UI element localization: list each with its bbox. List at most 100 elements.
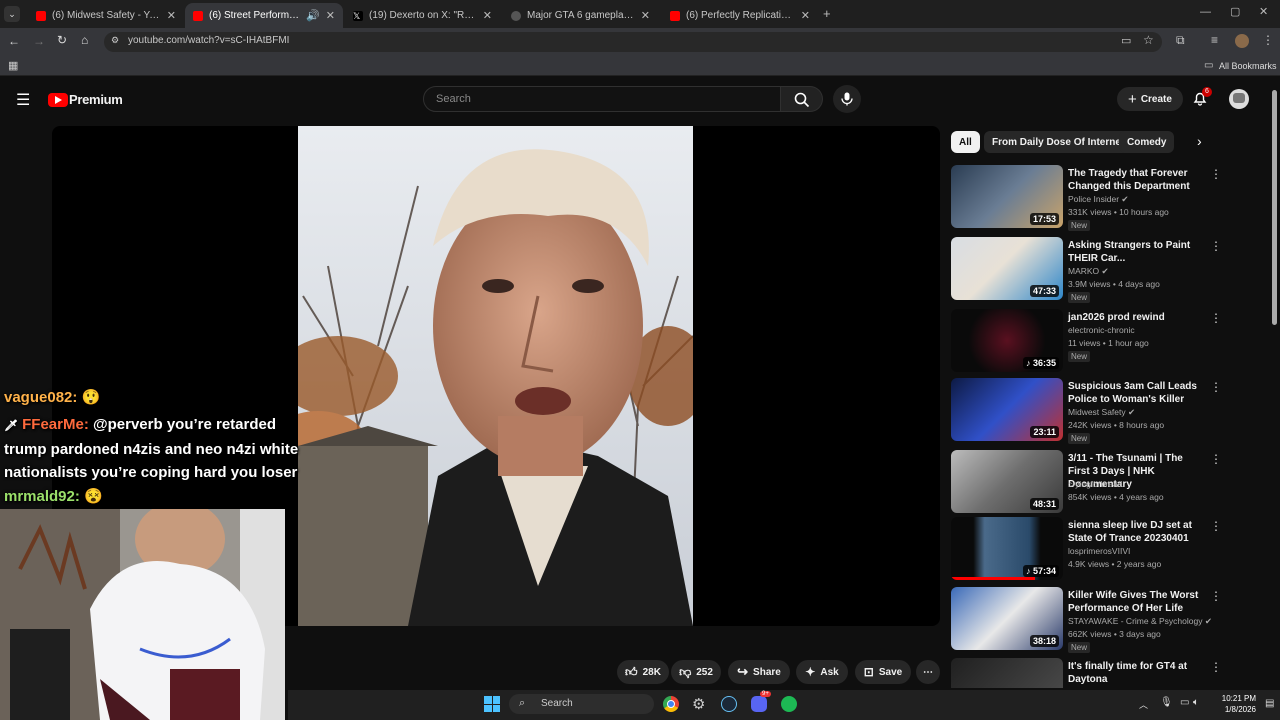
recommendation-item[interactable]: 38:18 Killer Wife Gives The Worst Perfor… (950, 587, 1270, 653)
video-title[interactable]: sienna sleep live DJ set at State Of Tra… (1068, 519, 1206, 545)
notifications-button[interactable]: 6 (1192, 87, 1212, 108)
video-thumbnail[interactable]: 47:33 (951, 237, 1063, 300)
chrome-app-icon[interactable] (663, 696, 679, 712)
browser-tab[interactable]: 𝕏 (19) Dexerto on X: "Rockstar ha ✕ (345, 3, 500, 28)
video-title[interactable]: Asking Strangers to Paint THEIR Car... (1068, 239, 1206, 265)
channel-name[interactable]: Police Insider ✔︎ (1068, 194, 1129, 205)
channel-name[interactable]: STAYAWAKE - Crime & Psychology ✔︎ (1068, 616, 1212, 627)
forward-icon[interactable]: → (33, 34, 45, 48)
channel-name[interactable]: losprimerosVIIVI (1068, 546, 1130, 556)
channel-name[interactable]: MARKO ✔︎ (1068, 266, 1109, 277)
tray-speaker-icon[interactable]: 🔈︎ (1193, 697, 1199, 708)
tray-mic-icon[interactable]: 🎙︎ (1160, 697, 1173, 708)
recommendation-item[interactable]: ♪ 36:35 jan2026 prod rewind electronic-c… (950, 309, 1270, 375)
close-tab-icon[interactable]: ✕ (641, 9, 650, 22)
close-window-icon[interactable]: ✕ (1259, 5, 1268, 18)
video-title[interactable]: It's finally time for GT4 at Daytona (1068, 660, 1206, 686)
minimize-icon[interactable]: — (1200, 6, 1211, 18)
maximize-icon[interactable]: ▢ (1230, 5, 1240, 18)
video-title[interactable]: Suspicious 3am Call Leads Police to Woma… (1068, 380, 1206, 406)
extensions-icon[interactable]: ⧉ (1176, 33, 1185, 48)
media-icon[interactable]: ≡ (1211, 33, 1218, 47)
audio-icon[interactable]: 🔊 (306, 9, 320, 22)
recommendation-item[interactable]: 48:31 3/11 - The Tsunami | The First 3 D… (950, 450, 1270, 516)
save-button[interactable]: ⊡ Save (855, 660, 911, 684)
new-tab-button[interactable]: + (823, 6, 831, 21)
cast-icon[interactable]: ▭ (1121, 34, 1131, 47)
more-actions-button[interactable]: ⋯ (916, 660, 940, 684)
browser-menu-icon[interactable]: ⋮ (1262, 33, 1274, 47)
recommendation-item[interactable]: 17:53 The Tragedy that Forever Changed t… (950, 165, 1270, 231)
video-thumbnail[interactable] (951, 658, 1063, 688)
recommendation-item[interactable]: 47:33 Asking Strangers to Paint THEIR Ca… (950, 237, 1270, 303)
youtube-logo-icon[interactable] (48, 93, 68, 107)
more-options-icon[interactable]: ⋮ (1210, 239, 1222, 253)
video-title[interactable]: jan2026 prod rewind (1068, 311, 1206, 324)
discord-app-icon[interactable]: 9+ (751, 691, 771, 712)
video-thumbnail[interactable]: 38:18 (951, 587, 1063, 650)
home-icon[interactable]: ⌂ (81, 33, 88, 47)
ask-button[interactable]: ✦ Ask (796, 660, 848, 684)
browser-tab-active[interactable]: (6) Street Performers are Ev 🔊 ✕ (185, 3, 343, 28)
video-frame[interactable] (298, 126, 693, 626)
search-input[interactable]: Search (423, 86, 781, 112)
close-tab-icon[interactable]: ✕ (801, 9, 810, 22)
video-thumbnail[interactable]: 23:11 (951, 378, 1063, 441)
steam-helper-app-icon[interactable]: ⚙ (692, 695, 705, 713)
search-button[interactable] (781, 86, 823, 112)
browser-tab[interactable]: (6) Perfectly Replicating Coca C ✕ (662, 3, 818, 28)
chip-all[interactable]: All (951, 131, 980, 153)
channel-name[interactable]: cryingforbread (1068, 479, 1122, 489)
recommendation-item[interactable]: ♪ 57:34 sienna sleep live DJ set at Stat… (950, 517, 1270, 583)
reload-icon[interactable]: ↻ (57, 33, 67, 47)
tray-chevron-icon[interactable]: ︿ (1139, 698, 1148, 711)
more-options-icon[interactable]: ⋮ (1210, 311, 1222, 325)
video-thumbnail[interactable]: 17:53 (951, 165, 1063, 228)
page-scrollbar[interactable] (1272, 90, 1277, 325)
chips-next-icon[interactable]: › (1197, 133, 1202, 149)
create-button[interactable]: + Create (1117, 87, 1183, 111)
channel-name[interactable]: Midwest Safety ✔︎ (1068, 407, 1135, 418)
browser-tab[interactable]: (6) Midwest Safety - YouTube ✕ (28, 3, 184, 28)
more-options-icon[interactable]: ⋮ (1210, 452, 1222, 466)
like-button[interactable]: 👍︎ 28K (617, 660, 669, 684)
apps-grid-icon[interactable]: ▦ (8, 59, 18, 72)
more-options-icon[interactable]: ⋮ (1210, 167, 1222, 181)
share-button[interactable]: ↪ Share (728, 660, 790, 684)
chip-from-channel[interactable]: From Daily Dose Of Internet (984, 131, 1133, 153)
more-options-icon[interactable]: ⋮ (1210, 380, 1222, 394)
more-options-icon[interactable]: ⋮ (1210, 589, 1222, 603)
tray-monitor-icon[interactable]: ▭ (1180, 697, 1189, 708)
site-info-icon[interactable]: ⚙ (111, 35, 119, 46)
more-options-icon[interactable]: ⋮ (1210, 519, 1222, 533)
system-clock[interactable]: 10:21 PM 1/8/2026 (1206, 693, 1256, 715)
browser-tab[interactable]: Major GTA 6 gameplay info and ✕ (503, 3, 658, 28)
channel-name[interactable]: electronic-chronic (1068, 325, 1135, 335)
video-thumbnail[interactable]: ♪ 36:35 (951, 309, 1063, 372)
more-options-icon[interactable]: ⋮ (1210, 660, 1222, 674)
video-title[interactable]: Killer Wife Gives The Worst Performance … (1068, 589, 1206, 615)
bookmark-star-icon[interactable]: ☆ (1143, 33, 1154, 47)
chip-comedy[interactable]: Comedy (1119, 131, 1175, 153)
recommendation-item[interactable]: It's finally time for GT4 at Daytona ⋮ (950, 658, 1270, 688)
close-tab-icon[interactable]: ✕ (483, 9, 492, 22)
recommendation-item[interactable]: 23:11 Suspicious 3am Call Leads Police t… (950, 378, 1270, 444)
video-thumbnail[interactable]: 48:31 (951, 450, 1063, 513)
spotify-app-icon[interactable] (781, 696, 797, 712)
close-tab-icon[interactable]: ✕ (167, 9, 176, 22)
bookmarks-folder-icon[interactable]: ▭ (1204, 60, 1213, 71)
video-thumbnail[interactable]: ♪ 57:34 (951, 517, 1063, 580)
back-icon[interactable]: ← (8, 34, 20, 48)
hamburger-menu-icon[interactable]: ☰ (16, 90, 30, 110)
close-tab-icon[interactable]: ✕ (326, 9, 335, 22)
video-title[interactable]: The Tragedy that Forever Changed this De… (1068, 167, 1206, 193)
steam-app-icon[interactable] (721, 696, 737, 712)
account-avatar[interactable] (1229, 89, 1249, 109)
windows-start-icon[interactable] (484, 696, 500, 712)
dislike-button[interactable]: 👎︎ 252 (671, 660, 721, 684)
all-bookmarks-link[interactable]: All Bookmarks (1219, 61, 1277, 71)
profile-avatar[interactable] (1235, 34, 1249, 48)
taskbar-search-box[interactable]: ⌕ Search (509, 694, 654, 714)
tab-search-icon[interactable]: ⌄ (4, 6, 20, 22)
voice-search-button[interactable] (833, 85, 861, 113)
